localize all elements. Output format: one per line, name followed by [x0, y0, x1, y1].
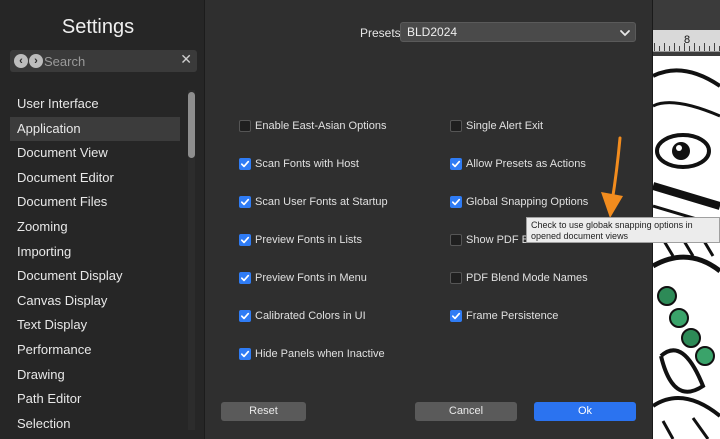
- ruler-tick: [679, 46, 680, 51]
- option-preview-fonts-in-menu[interactable]: Preview Fonts in Menu: [239, 270, 367, 286]
- horizontal-ruler: 8: [650, 30, 720, 52]
- presets-dropdown[interactable]: BLD2024: [400, 22, 636, 42]
- checkbox-scan-fonts-with-host[interactable]: [239, 158, 251, 170]
- checkbox-enable-east-asian-options[interactable]: [239, 120, 251, 132]
- search-box: ‹ › ✕: [10, 50, 197, 72]
- sidebar-item-document-editor[interactable]: Document Editor: [10, 166, 180, 191]
- canvas-artwork: [653, 56, 720, 439]
- option-calibrated-colors-in-ui[interactable]: Calibrated Colors in UI: [239, 308, 366, 324]
- cancel-button[interactable]: Cancel: [415, 402, 517, 421]
- option-pdf-blend-mode-names[interactable]: PDF Blend Mode Names: [450, 270, 588, 286]
- search-input[interactable]: [44, 53, 174, 69]
- tooltip: Check to use globak snapping options in …: [526, 217, 720, 243]
- sidebar-item-performance[interactable]: Performance: [10, 338, 180, 363]
- option-enable-east-asian-options[interactable]: Enable East-Asian Options: [239, 118, 386, 134]
- ruler-tick: [694, 43, 695, 51]
- option-label: Global Snapping Options: [466, 196, 589, 208]
- ruler-tick: [669, 46, 670, 51]
- ruler-tick: [654, 43, 655, 51]
- option-label: Show PDF Bl: [466, 234, 532, 246]
- option-label: Preview Fonts in Menu: [255, 272, 367, 284]
- option-scan-user-fonts-at-startup[interactable]: Scan User Fonts at Startup: [239, 194, 388, 210]
- option-label: Single Alert Exit: [466, 120, 544, 132]
- sidebar-item-path-editor[interactable]: Path Editor: [10, 387, 180, 412]
- ok-button[interactable]: Ok: [534, 402, 636, 421]
- chevron-down-icon: [620, 30, 630, 37]
- checkbox-hide-panels-when-inactive[interactable]: [239, 348, 251, 360]
- checkbox-preview-fonts-in-lists[interactable]: [239, 234, 251, 246]
- ruler-tick: [664, 43, 665, 51]
- back-arrow-icon[interactable]: ‹: [14, 54, 28, 68]
- scrollbar-thumb[interactable]: [188, 92, 195, 158]
- settings-category-list: User Interface Application Document View Do…: [10, 92, 180, 436]
- option-label: Scan Fonts with Host: [255, 158, 359, 170]
- option-global-snapping-options[interactable]: Global Snapping Options: [450, 194, 588, 210]
- forward-arrow-icon[interactable]: ›: [29, 54, 43, 68]
- ruler-tick: [714, 43, 715, 51]
- ruler-tick: [659, 46, 660, 51]
- sidebar-item-text-display[interactable]: Text Display: [10, 313, 180, 338]
- sidebar-item-user-interface[interactable]: User Interface: [10, 92, 180, 117]
- close-icon[interactable]: ✕: [180, 51, 192, 68]
- option-label: Preview Fonts in Lists: [255, 234, 362, 246]
- option-preview-fonts-in-lists[interactable]: Preview Fonts in Lists: [239, 232, 362, 248]
- sidebar-item-importing[interactable]: Importing: [10, 240, 180, 265]
- option-show-pdf-bl[interactable]: Show PDF Bl: [450, 232, 531, 248]
- checkbox-scan-user-fonts-at-startup[interactable]: [239, 196, 251, 208]
- option-single-alert-exit[interactable]: Single Alert Exit: [450, 118, 543, 134]
- checkbox-calibrated-colors-in-ui[interactable]: [239, 310, 251, 322]
- sidebar-item-document-view[interactable]: Document View: [10, 141, 180, 166]
- option-scan-fonts-with-host[interactable]: Scan Fonts with Host: [239, 156, 359, 172]
- option-frame-persistence[interactable]: Frame Persistence: [450, 308, 558, 324]
- option-hide-panels-when-inactive[interactable]: Hide Panels when Inactive: [239, 346, 385, 362]
- presets-label: Presets: [360, 26, 401, 40]
- ruler-tick: [704, 43, 705, 51]
- sidebar-item-zooming[interactable]: Zooming: [10, 215, 180, 240]
- sidebar-item-document-display[interactable]: Document Display: [10, 264, 180, 289]
- annotation-arrow-icon: [601, 136, 623, 218]
- checkbox-single-alert-exit[interactable]: [450, 120, 462, 132]
- option-allow-presets-as-actions[interactable]: Allow Presets as Actions: [450, 156, 586, 172]
- option-label: Enable East-Asian Options: [255, 120, 387, 132]
- ruler-tick: [684, 43, 685, 51]
- option-label: Allow Presets as Actions: [466, 158, 586, 170]
- checkbox-allow-presets-as-actions[interactable]: [450, 158, 462, 170]
- sidebar-item-drawing[interactable]: Drawing: [10, 363, 180, 388]
- option-label: Calibrated Colors in UI: [255, 310, 366, 322]
- sidebar-item-application[interactable]: Application: [10, 116, 180, 142]
- ruler-tick: [699, 46, 700, 51]
- option-label: PDF Blend Mode Names: [466, 272, 588, 284]
- option-label: Hide Panels when Inactive: [255, 348, 385, 360]
- sidebar-item-canvas-display[interactable]: Canvas Display: [10, 289, 180, 314]
- presets-value: BLD2024: [407, 25, 458, 39]
- checkbox-pdf-blend-mode-names[interactable]: [450, 272, 462, 284]
- option-label: Scan User Fonts at Startup: [255, 196, 388, 208]
- ruler-tick: [709, 46, 710, 51]
- sidebar-item-selection[interactable]: Selection: [10, 412, 180, 437]
- reset-button[interactable]: Reset: [221, 402, 306, 421]
- checkbox-frame-persistence[interactable]: [450, 310, 462, 322]
- ruler-tick: [689, 46, 690, 51]
- settings-sidebar: Settings ‹ › ✕ User InterfaceApplication…: [0, 0, 205, 439]
- checkbox-preview-fonts-in-menu[interactable]: [239, 272, 251, 284]
- checkbox-global-snapping-options[interactable]: [450, 196, 462, 208]
- checkbox-show-pdf-bl[interactable]: [450, 234, 462, 246]
- sidebar-scrollbar[interactable]: [188, 90, 195, 430]
- sidebar-item-document-files[interactable]: Document Files: [10, 190, 180, 215]
- option-label: Frame Persistence: [466, 310, 559, 322]
- settings-title: Settings: [61, 16, 135, 38]
- ruler-tick: [674, 43, 675, 51]
